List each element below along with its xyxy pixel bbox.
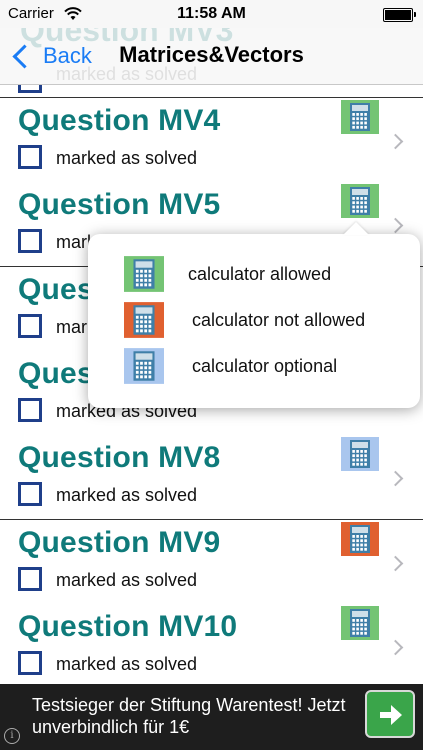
ad-info-icon[interactable]: i — [4, 728, 20, 744]
ad-banner[interactable]: Testsieger der Stiftung Warentest! Jetzt… — [0, 684, 423, 750]
calculator-allowed-icon[interactable] — [341, 100, 379, 134]
chevron-right-icon — [387, 470, 404, 487]
question-row[interactable]: Question MV9 marked as solved — [0, 519, 423, 605]
question-row[interactable]: Question MV8 marked as solved — [0, 435, 423, 521]
calculator-allowed-icon[interactable] — [341, 605, 379, 640]
chevron-right-icon — [387, 639, 404, 656]
arrow-right-icon — [380, 705, 402, 725]
question-title: Question MV8 — [18, 441, 221, 475]
calculator-not-allowed-icon — [124, 302, 164, 338]
ad-open-button[interactable] — [365, 690, 415, 738]
solved-checkbox[interactable] — [18, 145, 42, 169]
calculator-optional-icon — [124, 348, 164, 384]
question-row[interactable]: Question MV4 marked as solved — [0, 98, 423, 183]
solved-checkbox[interactable] — [18, 313, 42, 338]
legend-label-optional: calculator optional — [192, 355, 338, 376]
chevron-right-icon — [387, 555, 404, 571]
calculator-legend-popover: calculator allowed calculator not allowe… — [88, 234, 420, 408]
solved-label: marked as solved — [56, 148, 198, 168]
chevron-right-icon — [387, 133, 404, 150]
question-row[interactable]: Question MV10 marked as solved — [0, 603, 423, 689]
calculator-optional-icon[interactable] — [341, 437, 379, 472]
battery-icon — [383, 8, 416, 22]
solved-checkbox[interactable] — [18, 85, 42, 93]
legend-item-allowed: calculator allowed — [124, 254, 331, 294]
status-bar: Carrier 11:58 AM — [0, 0, 423, 28]
solved-checkbox[interactable] — [18, 566, 42, 591]
ad-text: Testsieger der Stiftung Warentest! Jetzt… — [32, 695, 346, 737]
page-title: Matrices&Vectors — [0, 42, 423, 68]
question-title: Question MV9 — [18, 525, 221, 559]
solved-checkbox[interactable] — [18, 397, 42, 422]
calculator-not-allowed-icon[interactable] — [341, 521, 379, 556]
navigation-bar: Question MV3 marked as solved Back Matri… — [0, 28, 423, 85]
chevron-right-icon — [387, 218, 404, 234]
clock: 11:58 AM — [177, 5, 246, 22]
solved-label: marked as solved — [56, 485, 198, 506]
legend-item-not-allowed: calculator not allowed — [124, 300, 365, 340]
calculator-allowed-icon[interactable] — [341, 184, 379, 219]
question-title: Question MV10 — [18, 609, 238, 643]
solved-checkbox[interactable] — [18, 650, 42, 675]
popover-arrow — [343, 222, 369, 235]
calculator-allowed-icon — [124, 256, 164, 292]
solved-checkbox[interactable] — [18, 482, 42, 507]
question-title: Question MV4 — [18, 104, 221, 137]
legend-label-allowed: calculator allowed — [188, 263, 332, 284]
legend-label-not-allowed: calculator not allowed — [192, 309, 366, 330]
legend-item-optional: calculator optional — [124, 346, 337, 386]
solved-label: marked as solved — [56, 653, 198, 674]
solved-checkbox[interactable] — [18, 229, 42, 254]
solved-label: marked as solved — [56, 569, 198, 590]
question-title: Question MV5 — [18, 188, 221, 222]
list-item-partial[interactable] — [0, 85, 423, 98]
page-title-text: Matrices&Vectors — [119, 42, 304, 67]
